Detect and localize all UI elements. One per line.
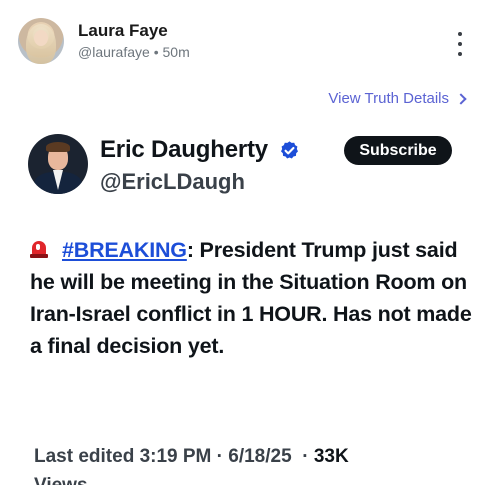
- hashtag-link[interactable]: #BREAKING: [62, 238, 187, 262]
- views-label-cut: Views: [34, 475, 88, 485]
- subscribe-button[interactable]: Subscribe: [344, 136, 452, 165]
- rotating-light-icon: [30, 239, 48, 259]
- more-dot: [458, 42, 462, 46]
- view-count: 33K: [313, 446, 349, 467]
- view-truth-details-label: View Truth Details: [328, 90, 449, 107]
- more-dot: [458, 52, 462, 56]
- post-body: #BREAKING: President Trump just said he …: [30, 234, 475, 362]
- verified-badge-icon: [281, 141, 298, 159]
- author-meta: @laurafaye • 50m: [78, 44, 190, 60]
- embedded-post[interactable]: Eric Daugherty @EricLDaugh Subscribe #BR…: [0, 120, 491, 500]
- meta-dot-glyph: ·: [302, 446, 309, 467]
- siren-base: [30, 254, 48, 258]
- author-name[interactable]: Laura Faye: [78, 21, 168, 41]
- author-handle[interactable]: @laurafaye: [78, 44, 150, 60]
- meta-separator: •: [153, 44, 159, 60]
- more-dot: [458, 32, 462, 36]
- post-time: 50m: [162, 44, 190, 60]
- siren-glint: [36, 244, 40, 250]
- post-meta: Last edited 3:19 PM · 6/18/25 · 33K: [34, 446, 349, 468]
- view-truth-details-link[interactable]: View Truth Details: [328, 90, 467, 107]
- embedded-author-handle[interactable]: @EricLDaugh: [100, 169, 245, 195]
- chevron-right-icon: [455, 92, 467, 105]
- avatar[interactable]: [28, 134, 88, 194]
- avatar-hair: [46, 142, 70, 152]
- embedded-author-name[interactable]: Eric Daugherty: [100, 136, 268, 164]
- avatar-face: [34, 30, 48, 46]
- more-vertical-icon[interactable]: [455, 32, 465, 56]
- edited-timestamp: Last edited 3:19 PM · 6/18/25: [34, 446, 292, 467]
- avatar[interactable]: [18, 18, 64, 64]
- post-header: Laura Faye @laurafaye • 50m: [18, 18, 473, 68]
